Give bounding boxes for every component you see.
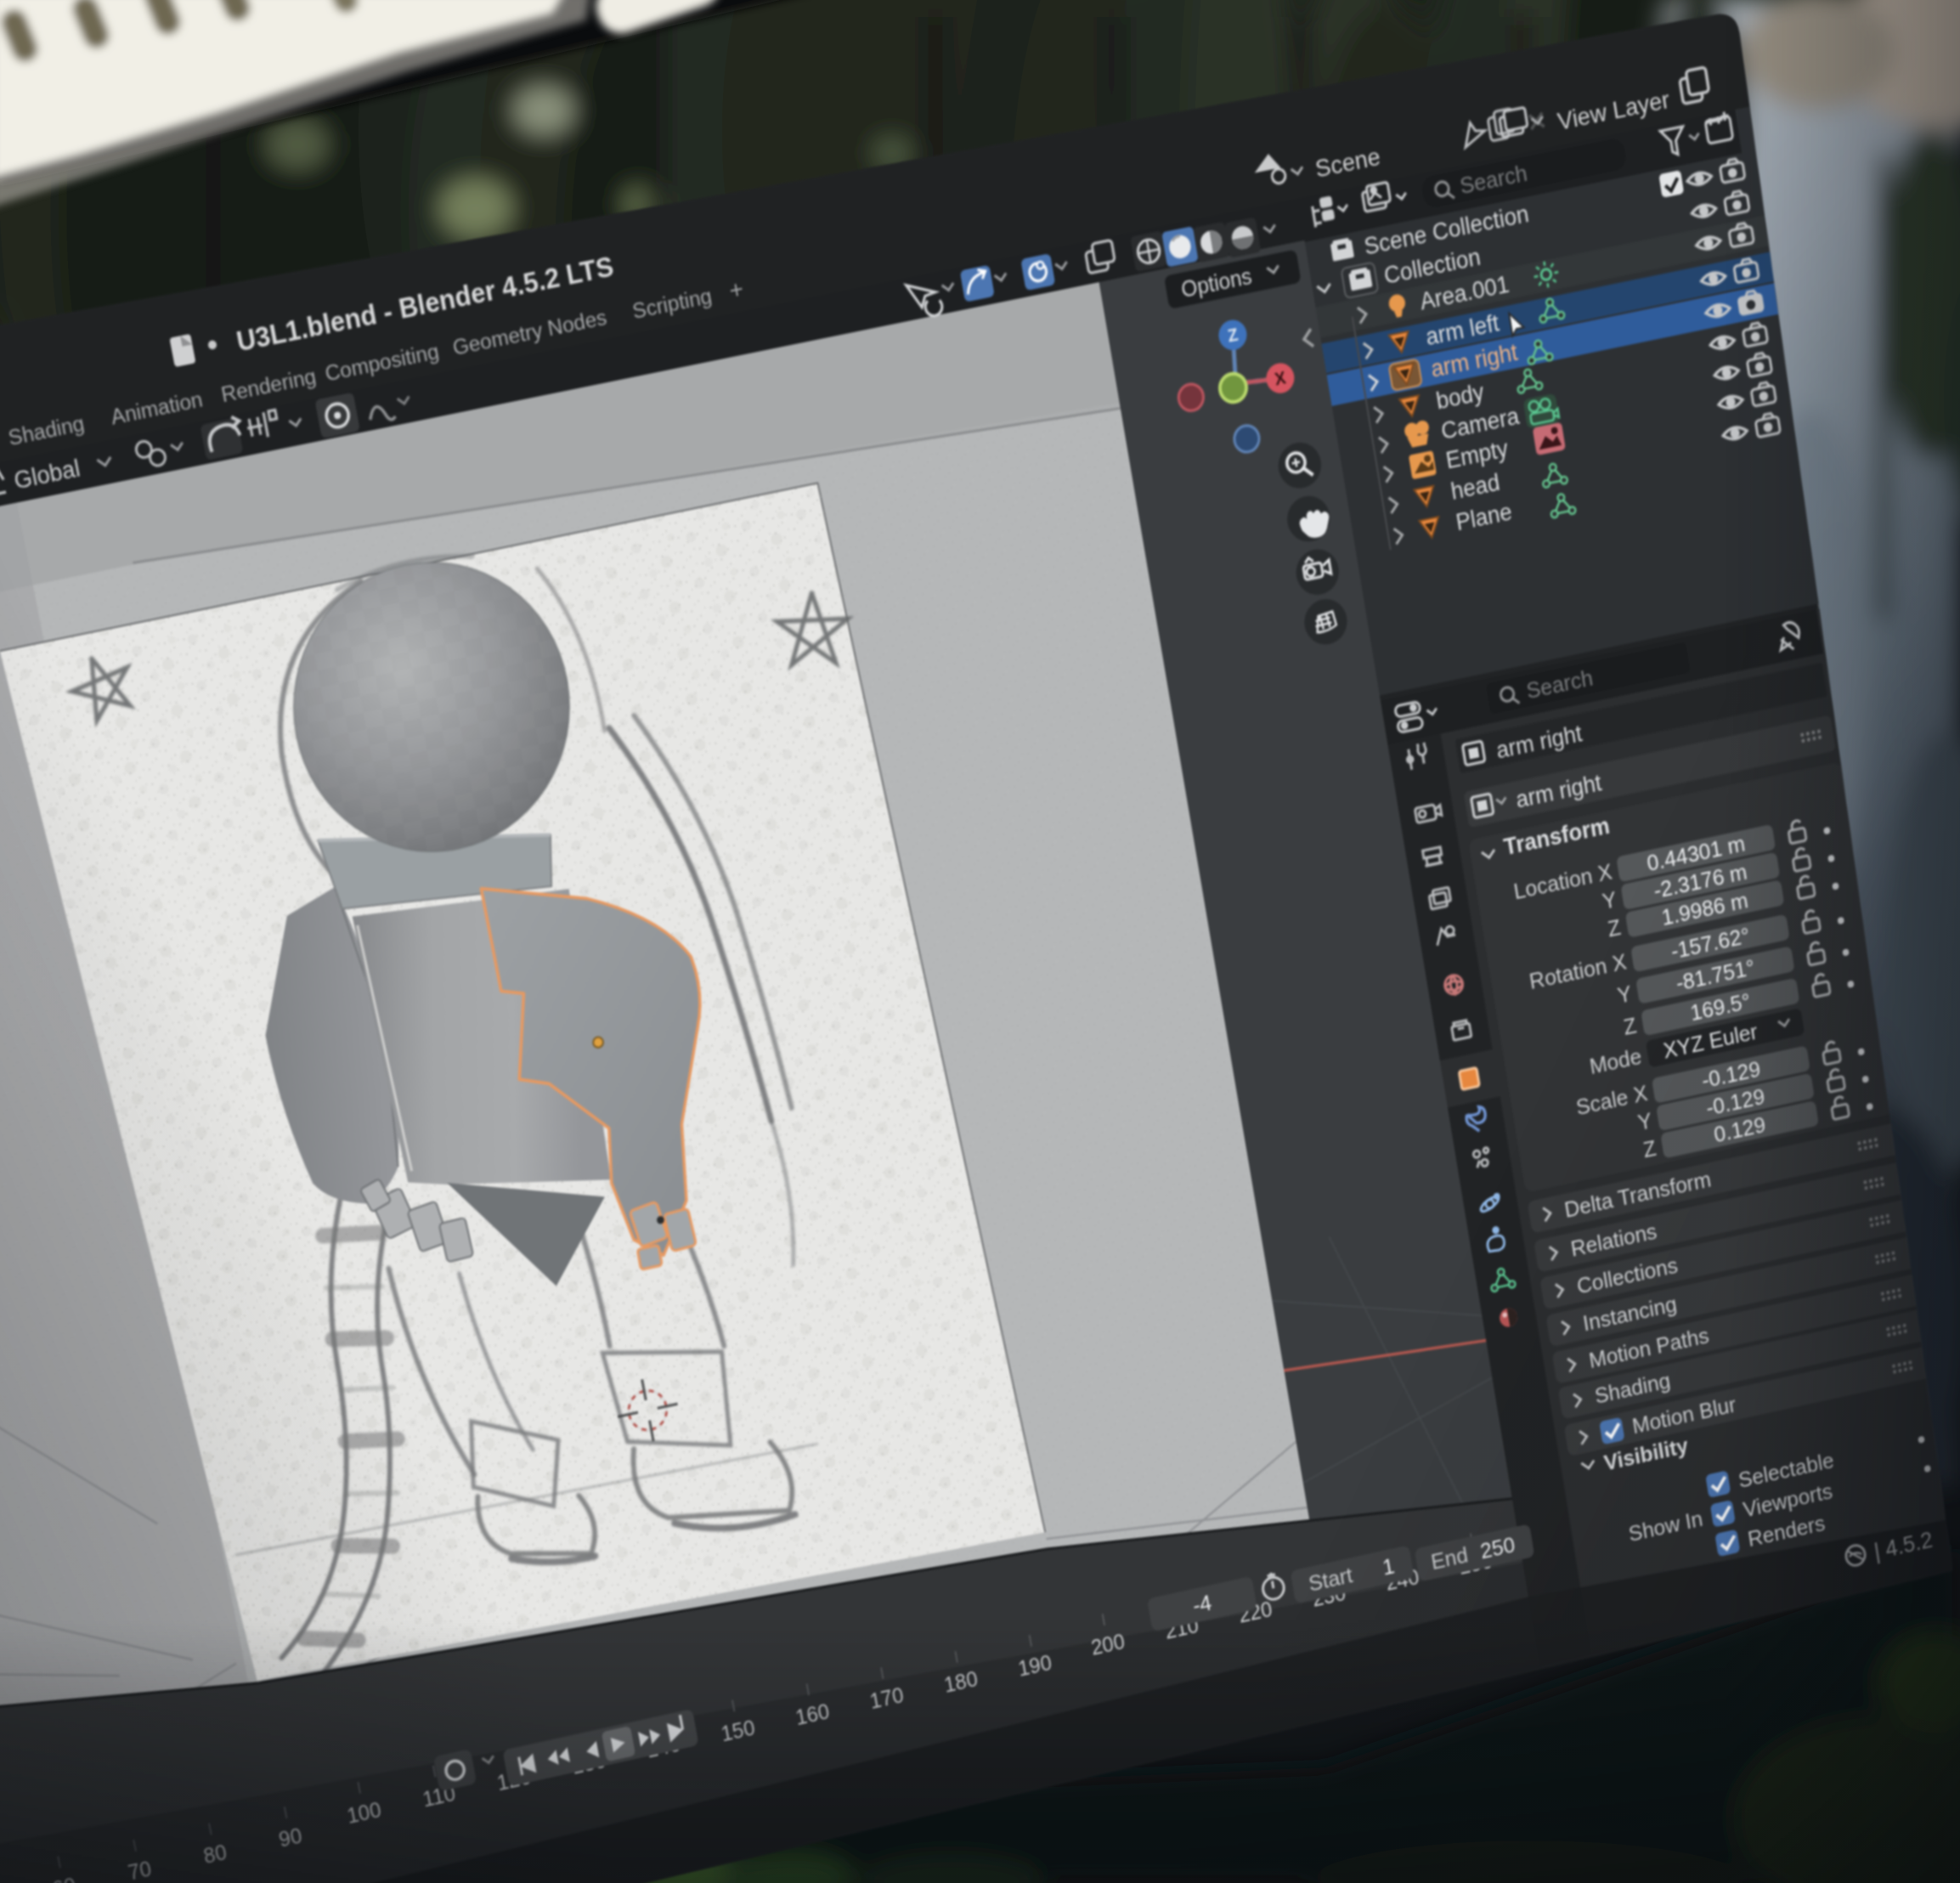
svg-text:90: 90 — [277, 1824, 304, 1852]
svg-text:80: 80 — [201, 1840, 229, 1869]
svg-text:70: 70 — [126, 1857, 153, 1883]
